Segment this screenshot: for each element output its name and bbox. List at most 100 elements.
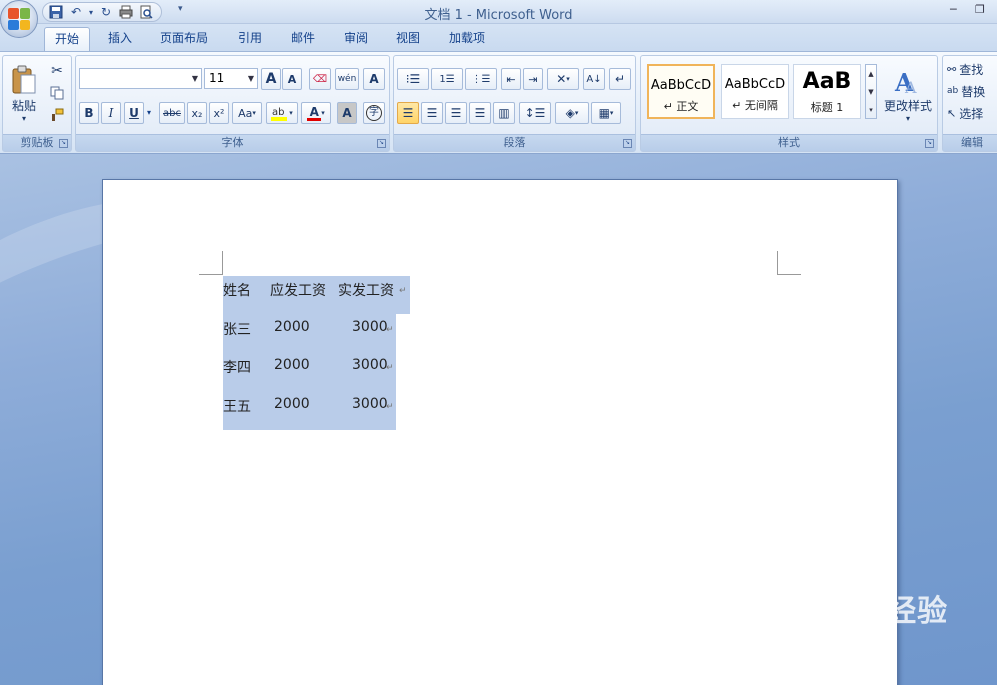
grow-font-button[interactable]: A — [261, 68, 281, 90]
style-no-spacing-sample: AaBbCcD — [724, 77, 786, 92]
window-title: 文档 1 - Microsoft Word — [424, 8, 573, 23]
select-button[interactable]: ↖ 选择 — [946, 102, 997, 124]
enclose-char-icon: 字 — [366, 105, 382, 121]
chevron-down-icon: ▾ — [566, 75, 570, 83]
watermark-main: Bai du 经验 — [762, 594, 949, 629]
show-marks-button[interactable]: ↵ — [609, 68, 631, 90]
paragraph-mark: ↵ — [399, 286, 407, 296]
sort-button[interactable]: A↓ — [583, 68, 605, 90]
change-styles-icon: AA — [894, 68, 917, 97]
paste-button[interactable]: 粘贴 ▾ — [6, 59, 42, 129]
bold-button[interactable]: B — [79, 102, 99, 124]
editing-group-label: 编辑 — [943, 134, 997, 151]
styles-scroll[interactable]: ▲ ▼ ▾ — [865, 64, 877, 119]
office-button[interactable] — [0, 0, 38, 38]
paragraph-group: ⁝☰ 1☰ ⋮☰ ⇤ ⇥ ✕ ▾ A↓ ↵ ☰ ☰ ☰ ☰ ▥ ↕☰ ◈ ▾ ▦ ▾ … — [393, 55, 636, 152]
cell-actual[interactable]: 3000 — [352, 319, 388, 335]
enclose-char-button[interactable]: 字 — [363, 102, 385, 124]
increase-indent-button[interactable]: ⇥ — [523, 68, 543, 90]
distributed-button[interactable]: ▥ — [493, 102, 515, 124]
change-styles-label: 更改样式 — [883, 99, 932, 113]
tab-page-layout[interactable]: 页面布局 — [150, 27, 218, 51]
font-launcher-icon[interactable]: ↘ — [377, 139, 386, 148]
chevron-down-icon: ▼ — [191, 74, 198, 83]
cell-header-actual[interactable]: 实发工资 — [338, 280, 394, 300]
find-button[interactable]: ⚯ 查找 — [946, 58, 997, 80]
superscript-button[interactable]: x² — [209, 102, 229, 124]
style-normal[interactable]: AaBbCcD ↵ 正文 — [647, 64, 715, 119]
change-case-button[interactable]: Aa ▾ — [232, 102, 262, 124]
cell-name[interactable]: 张三 — [223, 319, 251, 339]
tab-insert[interactable]: 插入 — [98, 27, 142, 51]
align-right-icon: ☰ — [450, 106, 462, 120]
align-left-icon: ☰ — [402, 106, 414, 120]
tab-view[interactable]: 视图 — [386, 27, 430, 51]
chevron-down-icon: ▼ — [247, 74, 254, 83]
tab-references[interactable]: 引用 — [228, 27, 272, 51]
decrease-indent-icon: ⇤ — [506, 72, 516, 86]
eraser-icon: ⌫ — [312, 73, 328, 85]
tab-add-ins[interactable]: 加载项 — [439, 27, 495, 51]
align-center-button[interactable]: ☰ — [421, 102, 443, 124]
style-no-spacing[interactable]: AaBbCcD ↵ 无间隔 — [721, 64, 789, 119]
clear-format-button[interactable]: ⌫ — [309, 68, 331, 90]
cell-payable[interactable]: 2000 — [274, 396, 310, 412]
minimize-button[interactable]: ─ — [950, 3, 957, 16]
decrease-indent-button[interactable]: ⇤ — [501, 68, 521, 90]
justify-button[interactable]: ☰ — [469, 102, 491, 124]
cell-name[interactable]: 李四 — [223, 357, 251, 377]
ribbon: 粘贴 ▾ ✂ 剪贴板 ↘ ▼ 11 ▼ A A ⌫ wén A B I U ▾ … — [0, 51, 997, 154]
cell-payable[interactable]: 2000 — [274, 319, 310, 335]
tab-review[interactable]: 审阅 — [334, 27, 378, 51]
style-heading-1[interactable]: AaB 标题 1 — [793, 64, 861, 119]
bullets-button[interactable]: ⁝☰ — [397, 68, 429, 90]
svg-text:ab: ab — [272, 107, 284, 118]
styles-launcher-icon[interactable]: ↘ — [925, 139, 934, 148]
font-name-combo[interactable]: ▼ — [79, 68, 202, 89]
cell-header-name[interactable]: 姓名 — [223, 280, 251, 300]
format-painter-button[interactable] — [47, 104, 67, 126]
paragraph-launcher-icon[interactable]: ↘ — [623, 139, 632, 148]
chevron-down-icon: ▾ — [252, 109, 256, 117]
tab-home[interactable]: 开始 — [44, 27, 91, 51]
underline-button[interactable]: U — [124, 102, 144, 124]
phonetic-guide-button[interactable]: wén — [335, 68, 359, 90]
restore-button[interactable]: ❐ — [975, 3, 985, 16]
shading-button[interactable]: ◈ ▾ — [555, 102, 589, 124]
font-size-combo[interactable]: 11 ▼ — [204, 68, 258, 89]
cell-actual[interactable]: 3000 — [352, 357, 388, 373]
cell-header-payable[interactable]: 应发工资 — [270, 280, 326, 300]
replace-button[interactable]: ab 替换 — [946, 80, 997, 102]
subscript-button[interactable]: x₂ — [187, 102, 207, 124]
strikethrough-button[interactable]: abc — [159, 102, 185, 124]
chinese-layout-button[interactable]: ✕ ▾ — [547, 68, 579, 90]
borders-button[interactable]: ▦ ▾ — [591, 102, 621, 124]
cell-actual[interactable]: 3000 — [352, 396, 388, 412]
align-right-button[interactable]: ☰ — [445, 102, 467, 124]
shrink-font-button[interactable]: A — [282, 68, 302, 90]
numbering-button[interactable]: 1☰ — [431, 68, 463, 90]
binoculars-icon: ⚯ — [947, 62, 957, 76]
chevron-down-icon: ▾ — [574, 109, 579, 117]
multilevel-list-button[interactable]: ⋮☰ — [465, 68, 497, 90]
find-label: 查找 — [959, 62, 984, 77]
paragraph-mark-icon: ↵ — [614, 72, 626, 86]
align-left-button[interactable]: ☰ — [397, 102, 419, 124]
highlight-button[interactable]: ab ▾ — [266, 102, 298, 124]
tab-mailings[interactable]: 邮件 — [281, 27, 325, 51]
scissors-icon: ✂ — [51, 63, 63, 79]
copy-button[interactable] — [47, 82, 67, 104]
italic-button[interactable]: I — [101, 102, 121, 124]
char-border-button[interactable]: A — [363, 68, 385, 90]
change-styles-button[interactable]: AA 更改样式 ▾ — [881, 60, 935, 130]
cell-payable[interactable]: 2000 — [274, 357, 310, 373]
line-spacing-button[interactable]: ↕☰ — [519, 102, 551, 124]
cell-name[interactable]: 王五 — [223, 396, 251, 416]
chevron-down-icon[interactable]: ▾ — [147, 108, 151, 117]
char-shading-button[interactable]: A — [337, 102, 357, 124]
clipboard-launcher-icon[interactable]: ↘ — [59, 139, 68, 148]
font-color-button[interactable]: A ▾ — [301, 102, 331, 124]
style-no-spacing-name: ↵ 无间隔 — [732, 99, 778, 112]
font-size-value: 11 — [209, 71, 225, 85]
cut-button[interactable]: ✂ — [47, 60, 67, 82]
